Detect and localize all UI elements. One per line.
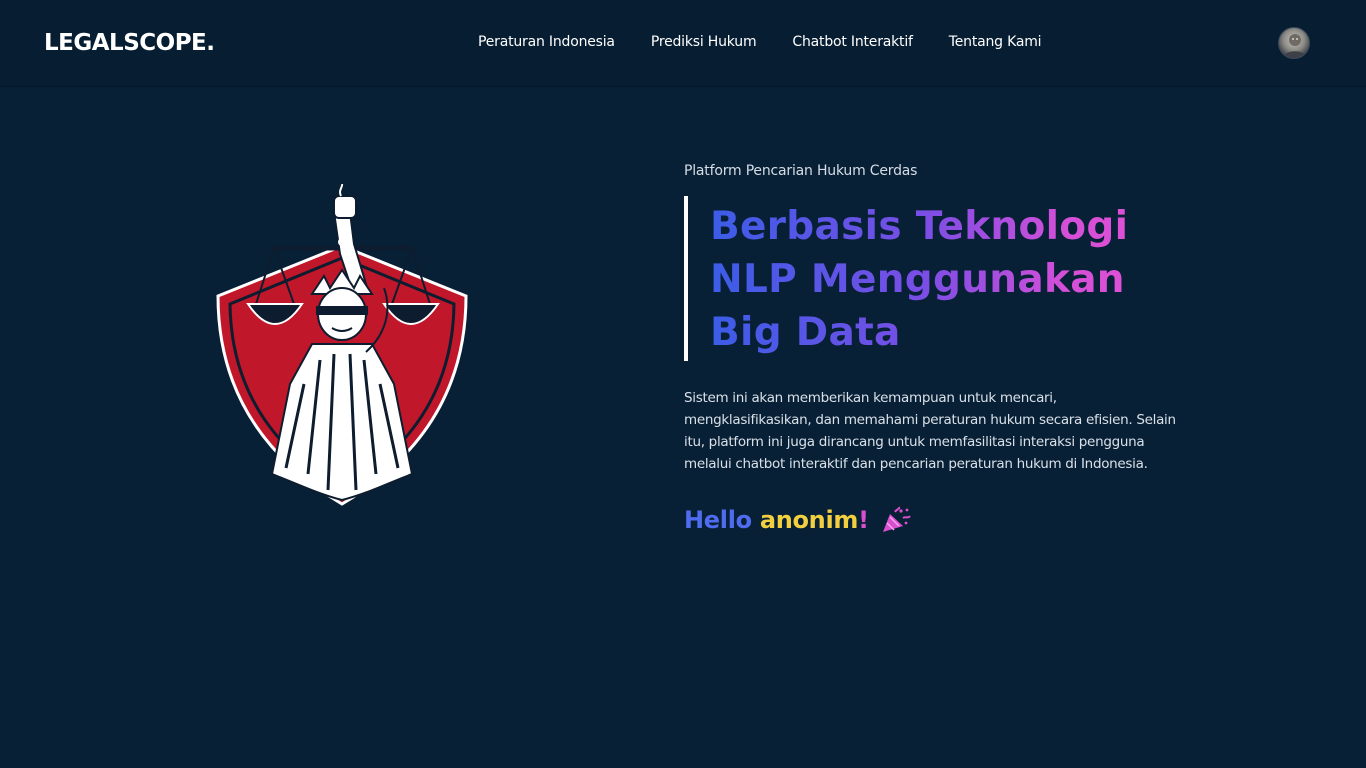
headline-line-3: Big Data <box>710 310 901 355</box>
headline-line-2: NLP Menggunakan <box>710 257 1125 302</box>
lady-justice-shield-icon <box>216 183 468 506</box>
headline-line-1: Berbasis Teknologi <box>710 204 1129 249</box>
hero-eyebrow: Platform Pencarian Hukum Cerdas <box>684 163 918 179</box>
user-avatar-icon[interactable] <box>1278 27 1310 59</box>
brand-logo[interactable]: LEGALSCOPE. <box>44 30 215 56</box>
hero-section: Platform Pencarian Hukum Cerdas Berbasis… <box>684 162 1184 535</box>
greeting-exclamation: ! <box>858 506 869 534</box>
nav-prediksi-hukum[interactable]: Prediksi Hukum <box>651 34 757 50</box>
greeting-hello: Hello <box>684 506 752 534</box>
party-popper-icon <box>881 506 911 534</box>
main-nav: Peraturan Indonesia Prediksi Hukum Chatb… <box>478 34 1077 50</box>
hero-headline: Berbasis Teknologi NLP Menggunakan Big D… <box>710 200 1184 359</box>
hero-headline-block: Berbasis Teknologi NLP Menggunakan Big D… <box>684 196 1184 361</box>
greeting: Hello anonim! <box>684 505 1184 535</box>
nav-tentang-kami[interactable]: Tentang Kami <box>949 34 1042 50</box>
navbar: LEGALSCOPE. Peraturan Indonesia Prediksi… <box>0 0 1366 86</box>
nav-peraturan-indonesia[interactable]: Peraturan Indonesia <box>478 34 615 50</box>
greeting-username: anonim <box>759 506 859 534</box>
hero-description: Sistem ini akan memberikan kemampuan unt… <box>684 390 1176 472</box>
nav-chatbot-interaktif[interactable]: Chatbot Interaktif <box>792 34 913 50</box>
